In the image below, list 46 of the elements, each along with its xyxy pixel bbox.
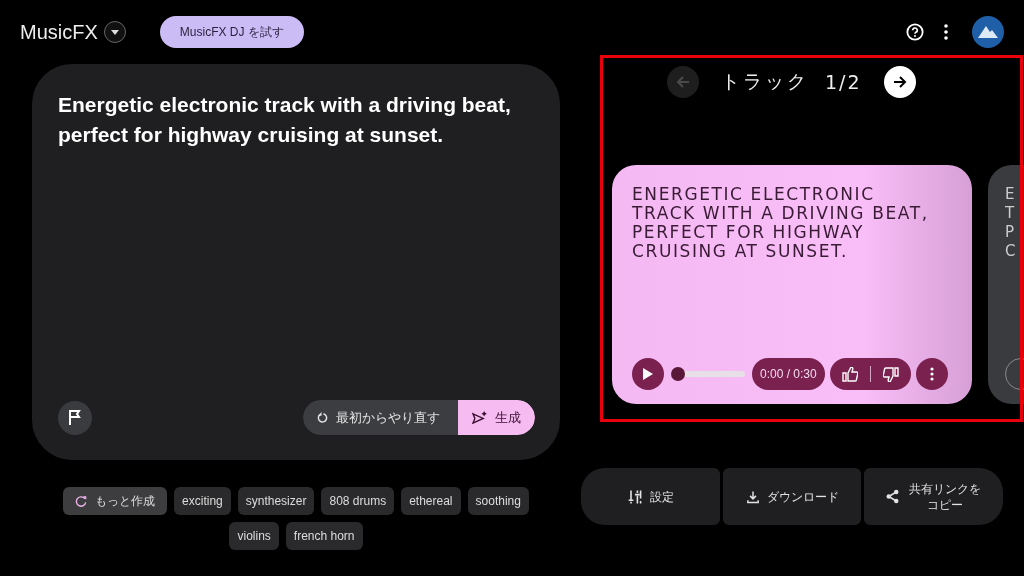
- track-counter: 1/2: [825, 71, 862, 93]
- suggestion-chip[interactable]: synthesizer: [237, 487, 315, 515]
- time-display: 0:00 / 0:30: [752, 358, 825, 390]
- share-link-button[interactable]: 共有リンクをコピー: [864, 468, 1003, 525]
- play-icon: [643, 368, 653, 380]
- suggestion-chip[interactable]: 808 drums: [321, 487, 395, 515]
- help-button[interactable]: [906, 23, 924, 41]
- prompt-text[interactable]: Energetic electronic track with a driving beat, perfect for highway cruising at sunset.: [58, 90, 535, 150]
- thumbs-up-icon: [841, 366, 858, 382]
- more-options-button[interactable]: [944, 24, 948, 40]
- track-label: トラック: [721, 69, 809, 94]
- more-vertical-icon: [944, 24, 948, 40]
- report-button[interactable]: [58, 400, 92, 435]
- caret-icon: [110, 29, 119, 35]
- suggestion-chip[interactable]: violins: [229, 522, 279, 550]
- send-sparkle-icon: [472, 411, 487, 424]
- next-track-button[interactable]: [883, 66, 916, 98]
- reset-icon: [317, 412, 328, 423]
- right-arrow-icon: [892, 75, 907, 89]
- download-button[interactable]: ダウンロード: [722, 468, 862, 525]
- more-button[interactable]: もっと作成: [63, 487, 168, 515]
- flag-icon: [68, 410, 82, 425]
- track-title: E T P C: [1005, 185, 1017, 261]
- left-arrow-icon: [676, 75, 690, 89]
- sliders-icon: [626, 488, 643, 505]
- settings-button[interactable]: 設定: [581, 468, 720, 525]
- app-title: MusicFX: [20, 20, 98, 44]
- thumbs-down-icon: [882, 366, 899, 382]
- restart-button[interactable]: 最初からやり直す: [303, 400, 458, 435]
- dropdown-button[interactable]: [103, 21, 126, 43]
- suggestion-chip[interactable]: french horn: [285, 522, 363, 550]
- track-title: ENERGETIC ELECTRONIC TRACK WITH A DRIVING BEAT, PERFECT FOR HIGHWAY CRUISING AT SUNSET.: [632, 185, 930, 261]
- share-icon: [885, 489, 901, 504]
- try-dj-button[interactable]: MusicFX DJ を試す: [159, 16, 304, 48]
- suggestion-chip[interactable]: soothing: [467, 487, 529, 515]
- refresh-icon: [75, 495, 88, 507]
- mountain-icon: [977, 24, 999, 40]
- generate-button[interactable]: 生成: [458, 400, 535, 435]
- more-vertical-icon: [929, 367, 934, 381]
- download-icon: [745, 489, 760, 504]
- suggestion-chip[interactable]: ethereal: [401, 487, 461, 515]
- play-button[interactable]: [632, 358, 664, 390]
- help-icon: [906, 23, 924, 41]
- suggestion-chip[interactable]: exciting: [174, 487, 231, 515]
- avatar-button[interactable]: [972, 16, 1004, 48]
- progress-slider[interactable]: [671, 367, 745, 381]
